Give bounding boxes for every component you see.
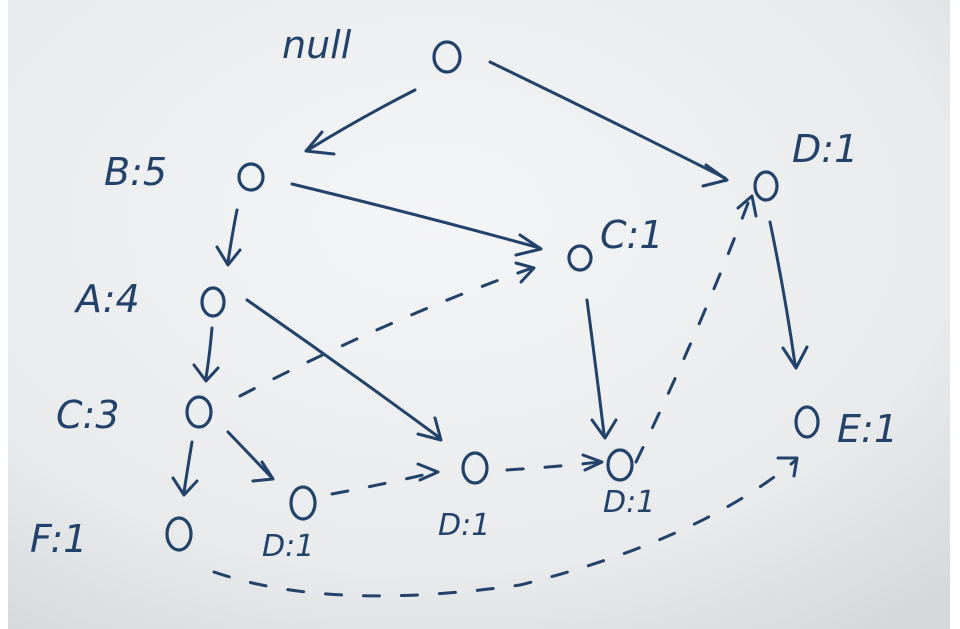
diagram-canvas: null B:5 D:1 C:1 A:4 C:3 E:1 F:1 D:1 D:1… — [0, 0, 960, 629]
label-c: C:3 — [56, 393, 120, 437]
right-margin — [950, 0, 960, 629]
label-c-mid: C:1 — [600, 213, 664, 257]
label-a: A:4 — [73, 277, 140, 321]
label-d-c: D:1 — [603, 485, 655, 520]
whiteboard: null B:5 D:1 C:1 A:4 C:3 E:1 F:1 D:1 D:1… — [0, 0, 960, 629]
label-e-right: E:1 — [837, 407, 898, 451]
label-f: F:1 — [30, 517, 87, 561]
label-root: null — [282, 23, 352, 67]
label-d-b: D:1 — [438, 508, 490, 543]
left-margin — [0, 0, 8, 629]
label-d-a: D:1 — [262, 529, 314, 564]
label-b: B:5 — [104, 150, 167, 194]
label-d-top: D:1 — [792, 127, 858, 171]
